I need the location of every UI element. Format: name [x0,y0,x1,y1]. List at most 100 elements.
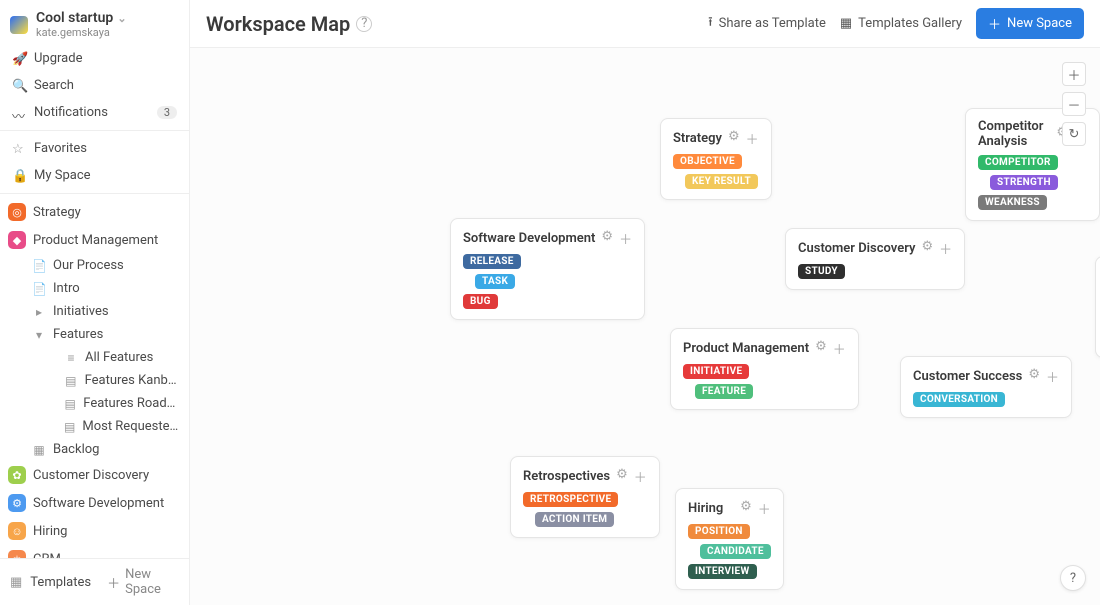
tag: INTERVIEW [688,564,757,579]
node-title: Competitor Analysis [978,119,1050,149]
tag: CANDIDATE [700,544,771,559]
workspace-header[interactable]: Cool startup⌄ kate.gemskaya [0,0,189,45]
tag: OBJECTIVE [673,154,742,169]
board-icon: ▤ [64,420,75,434]
space-tree: ◎Strategy◆Product Management📄Our Process… [0,198,189,558]
map-node-custdisc[interactable]: Customer Discovery⚙＋STUDY [785,228,965,290]
space-icon: ◆ [8,231,26,249]
settings-icon[interactable]: ⚙ [728,129,740,148]
sidebar-item[interactable]: ▸Initiatives [0,300,189,323]
list-icon: ≡ [64,351,78,365]
space-icon: ☺ [8,522,26,540]
help-icon[interactable]: ? [356,16,372,32]
map-node-strategy[interactable]: Strategy ⚙ ＋ OBJECTIVE KEY RESULT [660,118,772,200]
star-icon: ☆ [12,142,26,156]
map-node-prodmgmt[interactable]: Product Management⚙＋INITIATIVEFEATURE [670,328,859,410]
map-node-retro[interactable]: Retrospectives ⚙ ＋ RETROSPECTIVE ACTION ITEM [510,456,660,538]
tag: STRENGTH [990,175,1058,190]
zoom-reset-button[interactable]: ↻ [1062,122,1086,146]
node-title: Product Management [683,341,809,356]
workspace-map-canvas[interactable]: Strategy ⚙ ＋ OBJECTIVE KEY RESULT Competitor … [190,48,1100,605]
plus-icon[interactable]: ＋ [1046,367,1059,386]
new-space-button[interactable]: ＋New Space [976,8,1084,39]
nav-search[interactable]: 🔍Search [0,72,189,99]
lock-icon: 🔒 [12,169,26,183]
sidebar-subitem[interactable]: ▤Features Roadmap [0,392,189,415]
workspace-name: Cool startup⌄ [36,10,127,26]
sidebar-item[interactable]: 📄Our Process [0,254,189,277]
grid-icon: ▦ [32,443,46,457]
map-node-softdev[interactable]: Software Development⚙＋RELEASETASKBUG [450,218,645,320]
tag: RELEASE [463,254,521,269]
sidebar-subitem[interactable]: ▤Most Requested Feat… [0,415,189,438]
chev-d-icon: ▾ [32,328,46,342]
node-title: Retrospectives [523,469,610,484]
settings-icon[interactable]: ⚙ [921,239,933,258]
settings-icon[interactable]: ⚙ [740,499,752,518]
settings-icon[interactable]: ⚙ [815,339,827,358]
search-icon: 🔍 [12,79,26,93]
sidebar-space[interactable]: ☺Hiring [0,517,189,545]
sidebar-item[interactable]: ▾Features [0,323,189,346]
space-icon: ✿ [8,466,26,484]
sidebar-subitem[interactable]: ▤Features Kanban [0,369,189,392]
plus-icon[interactable]: ＋ [619,229,632,248]
footer-templates[interactable]: Templates [30,575,91,590]
templates-gallery[interactable]: ▦Templates Gallery [840,16,962,31]
help-button[interactable]: ? [1060,565,1086,591]
sidebar-item[interactable]: ▦Backlog [0,438,189,461]
zoom-in-button[interactable]: ＋ [1062,62,1086,86]
sidebar-item[interactable]: 📄Intro [0,277,189,300]
settings-icon[interactable]: ⚙ [616,467,628,486]
nav-upgrade[interactable]: 🚀Upgrade [0,45,189,72]
node-title: Strategy [673,131,722,146]
plus-icon[interactable]: ＋ [746,129,759,148]
space-icon: ◎ [8,203,26,221]
sidebar-subitem[interactable]: ≡All Features [0,346,189,369]
tag: POSITION [688,524,750,539]
map-node-hiring[interactable]: Hiring⚙＋POSITIONCANDIDATEINTERVIEW [675,488,784,590]
share-as-template[interactable]: ⭱Share as Template [708,13,826,35]
sidebar-space[interactable]: ⚙Software Development [0,489,189,517]
templates-icon: ▦ [10,575,22,589]
tag: FEATURE [695,384,753,399]
nav-myspace[interactable]: 🔒My Space [0,162,189,189]
plus-icon[interactable]: ＋ [833,339,846,358]
node-title: Customer Success [913,369,1022,384]
tag: CONVERSATION [913,392,1005,407]
tag: BUG [463,294,498,309]
map-node-custsucc[interactable]: Customer Success ⚙ ＋ CONVERSATION [900,356,1072,418]
plus-icon[interactable]: ＋ [634,467,647,486]
sidebar-space[interactable]: ✶CRM [0,545,189,558]
doc-icon: 📄 [32,282,46,296]
workspace-user: kate.gemskaya [36,26,127,39]
tag: KEY RESULT [685,174,758,189]
node-title: Customer Discovery [798,241,915,256]
tag: RETROSPECTIVE [523,492,618,507]
settings-icon[interactable]: ⚙ [1028,367,1040,386]
tag: ACTION ITEM [535,512,614,527]
activity-icon: 〰 [12,106,26,120]
footer-new-space[interactable]: ＋New Space [107,567,179,597]
nav-notifications[interactable]: 〰Notifications3 [0,99,189,126]
chevron-down-icon: ⌄ [117,12,126,25]
map-node-crm[interactable]: CRM⚙＋ACCOUNTACTIVITYCONTACT [1095,256,1100,358]
sidebar-space[interactable]: ◎Strategy [0,198,189,226]
topbar: Workspace Map? ⭱Share as Template ▦Templ… [190,0,1100,48]
tag: WEAKNESS [978,195,1047,210]
upload-icon: ⭱ [708,13,713,35]
chev-r-icon: ▸ [32,305,46,319]
plus-icon[interactable]: ＋ [758,499,771,518]
plus-icon: ＋ [107,573,120,592]
nav-favorites[interactable]: ☆Favorites [0,135,189,162]
tag: COMPETITOR [978,155,1058,170]
board-icon: ▤ [64,397,76,411]
sidebar-space[interactable]: ◆Product Management [0,226,189,254]
board-icon: ▤ [64,374,78,388]
plus-icon[interactable]: ＋ [939,239,952,258]
settings-icon[interactable]: ⚙ [601,229,613,248]
sidebar-space[interactable]: ✿Customer Discovery [0,461,189,489]
main-area: Workspace Map? ⭱Share as Template ▦Templ… [190,0,1100,605]
node-title: Software Development [463,231,595,246]
zoom-out-button[interactable]: － [1062,92,1086,116]
